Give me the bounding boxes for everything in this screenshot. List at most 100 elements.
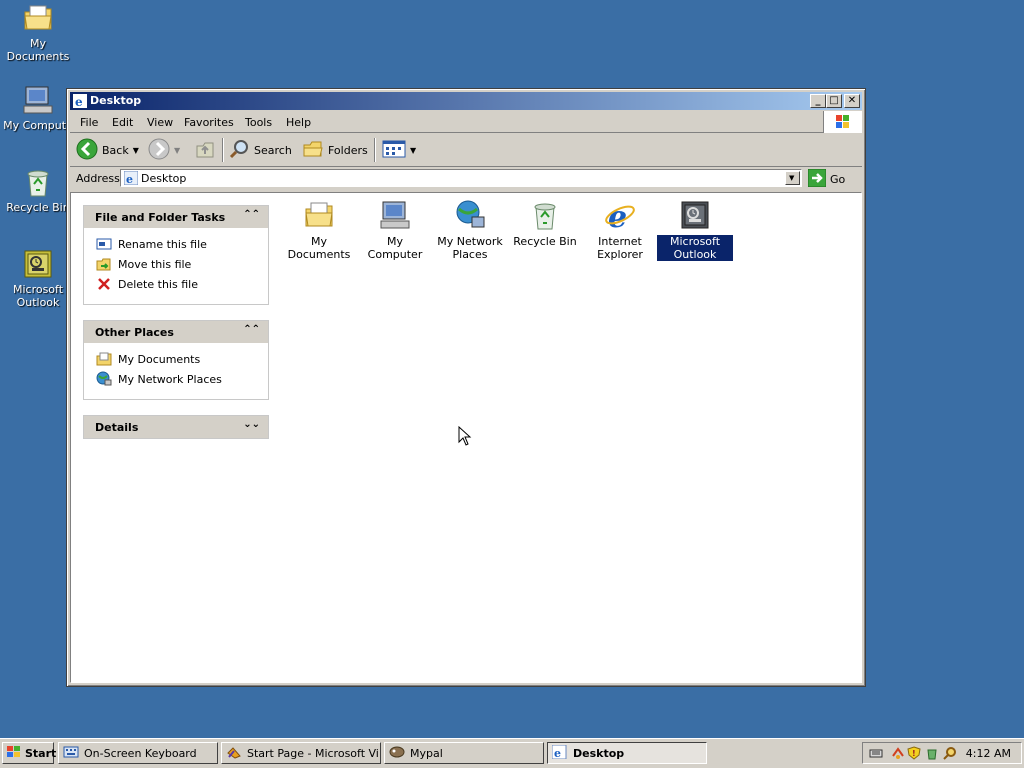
chevron-down-icon: ▼ [789, 174, 795, 182]
search-tray-icon[interactable] [943, 746, 957, 760]
collapse-chevron-icon[interactable]: ⌃⌃ [243, 324, 260, 335]
menu-bar: File Edit View Favorites Tools Help [70, 111, 862, 133]
desktop-icon-label: My Compute [3, 119, 73, 132]
back-button[interactable]: Back ▼ [76, 138, 139, 162]
file-item-recycle-bin[interactable]: Recycle Bin [507, 199, 583, 248]
minimize-button[interactable]: _ [810, 94, 826, 108]
task-mypal[interactable]: Mypal [384, 742, 544, 764]
panel-title: Details [95, 421, 139, 434]
panel-title: Other Places [95, 326, 174, 339]
menu-file[interactable]: File [80, 116, 98, 129]
delete-file-link[interactable]: Delete this file [96, 274, 268, 294]
mouse-cursor-icon [458, 425, 472, 446]
file-item-my-computer[interactable]: My Computer [357, 199, 433, 261]
address-input[interactable]: e Desktop ▼ [120, 169, 802, 187]
ie-window-icon: e [73, 94, 87, 109]
address-dropdown-button[interactable]: ▼ [785, 171, 800, 185]
back-arrow-icon [76, 138, 98, 163]
menu-help[interactable]: Help [286, 116, 311, 129]
rename-file-link[interactable]: Rename this file [96, 234, 268, 254]
go-label: Go [830, 172, 846, 186]
task-desktop[interactable]: e Desktop [547, 742, 707, 764]
start-button[interactable]: Start [2, 742, 57, 764]
go-button[interactable]: Go [807, 168, 846, 189]
folders-label: Folders [328, 143, 368, 157]
maximize-button[interactable]: □ [826, 94, 842, 108]
desktop-icon-recycle-bin[interactable]: Recycle Bin [0, 166, 76, 214]
other-place-label: My Documents [118, 352, 201, 366]
my-documents-icon [303, 199, 335, 231]
move-icon [96, 256, 112, 272]
file-item-internet-explorer[interactable]: e Internet Explorer [582, 199, 658, 261]
keyboard-tray-icon[interactable] [869, 746, 883, 760]
network-tray-icon[interactable] [891, 746, 905, 760]
file-item-label: My Documents [287, 235, 351, 261]
address-label: Address [76, 172, 120, 185]
svg-text:e: e [554, 747, 561, 759]
up-folder-icon [194, 138, 216, 163]
visual-studio-icon [226, 745, 242, 762]
svg-text:e: e [75, 95, 83, 108]
other-places-header[interactable]: Other Places ⌃⌃ [84, 321, 268, 343]
recycle-tray-icon[interactable] [925, 746, 939, 760]
panel-title: File and Folder Tasks [95, 211, 226, 224]
other-place-my-documents[interactable]: My Documents [96, 349, 268, 369]
file-item-label: Internet Explorer [597, 235, 643, 261]
delete-file-label: Delete this file [118, 277, 198, 291]
clock[interactable]: 4:12 AM [966, 747, 1011, 760]
chevron-down-icon: ▼ [410, 145, 417, 155]
desktop: { "desktop_icons": [ {"label": "My Docum… [0, 0, 1024, 768]
file-item-my-documents[interactable]: My Documents [281, 199, 357, 261]
my-documents-icon [22, 2, 54, 34]
outlook-icon [22, 248, 54, 280]
folders-button[interactable]: Folders [302, 138, 368, 162]
menu-edit[interactable]: Edit [112, 116, 133, 129]
task-on-screen-keyboard[interactable]: On-Screen Keyboard [58, 742, 218, 764]
delete-icon [96, 276, 112, 292]
network-places-icon [96, 371, 112, 387]
file-folder-tasks-header[interactable]: File and Folder Tasks ⌃⌃ [84, 206, 268, 228]
expand-chevron-icon[interactable]: ⌄⌄ [243, 419, 260, 430]
close-button[interactable]: ✕ [844, 94, 860, 108]
file-item-my-network-places[interactable]: My Network Places [432, 199, 508, 261]
address-bar: Address e Desktop ▼ Go [70, 168, 862, 190]
rename-file-label: Rename this file [118, 237, 207, 251]
task-label: On-Screen Keyboard [84, 746, 197, 760]
security-shield-icon[interactable]: ! [907, 746, 921, 760]
menu-favorites[interactable]: Favorites [184, 116, 234, 129]
menu-tools[interactable]: Tools [245, 116, 272, 129]
collapse-chevron-icon[interactable]: ⌃⌃ [243, 209, 260, 220]
desktop-window-icon: e [551, 744, 568, 762]
file-item-label: Recycle Bin [513, 235, 577, 248]
desktop-icon-small: e [123, 170, 139, 188]
other-places-panel: Other Places ⌃⌃ My Documents My Network … [83, 320, 269, 400]
svg-text:e: e [126, 173, 133, 185]
toolbar-separator [222, 138, 224, 162]
move-file-link[interactable]: Move this file [96, 254, 268, 274]
desktop-icon-my-computer[interactable]: My Compute [0, 84, 76, 132]
other-place-label: My Network Places [118, 372, 222, 386]
windows-logo-icon [823, 111, 862, 133]
task-start-page-visual-studio[interactable]: Start Page - Microsoft Vi... [221, 742, 381, 764]
rename-icon [96, 236, 112, 252]
mypal-icon [389, 745, 405, 762]
start-label: Start [25, 746, 57, 760]
network-places-icon [454, 199, 486, 231]
address-value: Desktop [141, 172, 187, 185]
views-button[interactable]: ▼ [382, 138, 416, 162]
details-header[interactable]: Details ⌄⌄ [84, 416, 268, 438]
outlook-icon [679, 199, 711, 231]
menu-view[interactable]: View [147, 116, 173, 129]
back-label: Back [102, 143, 129, 157]
other-place-my-network-places[interactable]: My Network Places [96, 369, 268, 389]
desktop-icon-my-documents[interactable]: My Documents [0, 2, 76, 63]
title-bar[interactable]: e Desktop _ □ ✕ [70, 92, 862, 110]
search-label: Search [254, 143, 292, 157]
file-item-microsoft-outlook[interactable]: Microsoft Outlook [656, 199, 734, 262]
internet-explorer-icon: e [604, 199, 636, 235]
forward-button[interactable]: ▼ [148, 138, 180, 162]
up-folder-button[interactable] [194, 138, 216, 162]
search-button[interactable]: Search [228, 138, 292, 162]
desktop-icon-outlook[interactable]: Microsoft Outlook [0, 248, 76, 309]
my-computer-icon [379, 199, 411, 231]
